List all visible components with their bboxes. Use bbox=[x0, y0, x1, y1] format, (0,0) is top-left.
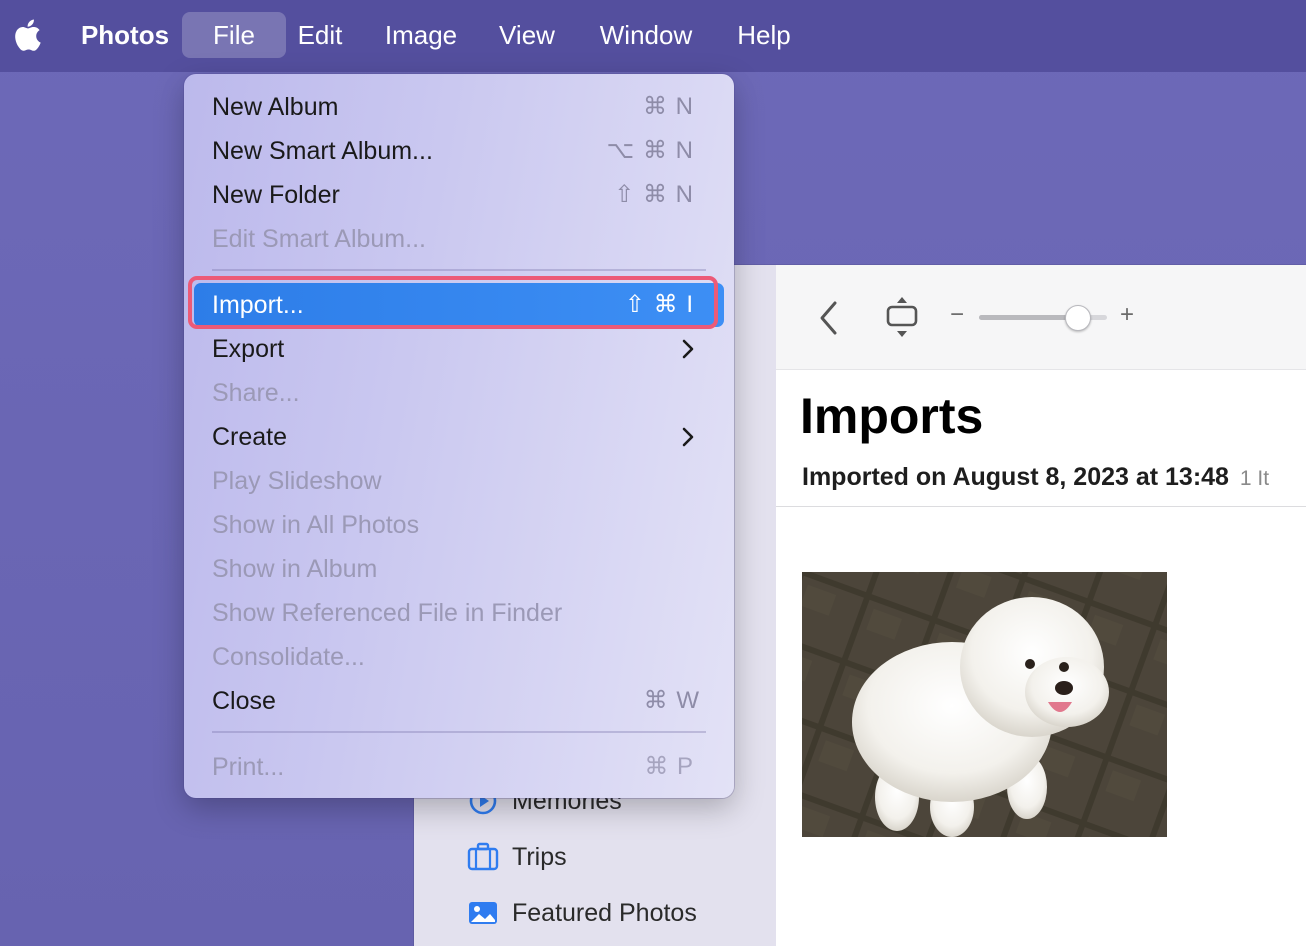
menu-item-shortcut: ⌘ N bbox=[643, 93, 694, 120]
menu-item-shortcut: ⌘ P bbox=[644, 753, 694, 780]
menu-photos[interactable]: Photos bbox=[80, 12, 170, 58]
sidebar-item-featured-photos[interactable]: Featured Photos bbox=[466, 893, 697, 933]
fit-to-window-icon[interactable] bbox=[884, 295, 920, 339]
menu-item-label: Show in All Photos bbox=[212, 511, 420, 539]
menu-item-new-smart-album[interactable]: New Smart Album... ⌥ ⌘ N bbox=[194, 129, 724, 173]
menu-item-play-slideshow: Play Slideshow bbox=[194, 459, 724, 503]
menu-item-show-referenced-file: Show Referenced File in Finder bbox=[194, 591, 724, 635]
menu-view[interactable]: View bbox=[497, 12, 557, 58]
sidebar-item-trips[interactable]: Trips bbox=[466, 837, 567, 877]
suitcase-icon bbox=[467, 842, 499, 871]
import-subtitle: Imported on August 8, 2023 at 13:48 1 It bbox=[802, 463, 1269, 492]
menu-item-label: New Folder bbox=[212, 181, 340, 209]
apple-logo-icon[interactable] bbox=[13, 18, 41, 52]
chevron-right-icon bbox=[682, 339, 694, 359]
menu-edit[interactable]: Edit bbox=[294, 12, 346, 58]
file-menu: New Album ⌘ N New Smart Album... ⌥ ⌘ N N… bbox=[184, 74, 734, 798]
menu-item-label: Show Referenced File in Finder bbox=[212, 599, 563, 627]
menu-file[interactable]: File bbox=[182, 12, 286, 58]
menu-item-export[interactable]: Export bbox=[194, 327, 724, 371]
toolbar: − + bbox=[776, 265, 1306, 370]
menu-item-show-in-album: Show in Album bbox=[194, 547, 724, 591]
chevron-right-icon bbox=[682, 427, 694, 447]
menu-item-shortcut: ⇧ ⌘ N bbox=[614, 181, 694, 208]
zoom-slider-thumb[interactable] bbox=[1065, 305, 1091, 331]
sidebar-item-label: Featured Photos bbox=[512, 898, 697, 927]
menu-separator bbox=[212, 731, 706, 733]
menu-item-label: Edit Smart Album... bbox=[212, 225, 426, 253]
menu-item-edit-smart-album: Edit Smart Album... bbox=[194, 217, 724, 261]
back-chevron-icon[interactable] bbox=[816, 299, 840, 337]
menu-item-label: Show in Album bbox=[212, 555, 378, 583]
menu-item-print: Print... ⌘ P bbox=[194, 745, 724, 789]
menu-help[interactable]: Help bbox=[735, 12, 793, 58]
item-count: 1 It bbox=[1239, 467, 1270, 490]
menu-item-label: Consolidate... bbox=[212, 643, 365, 671]
menu-item-shortcut: ⌥ ⌘ N bbox=[606, 137, 694, 164]
menu-item-label: Create bbox=[212, 423, 288, 451]
menu-separator bbox=[212, 269, 706, 271]
zoom-out-icon[interactable]: − bbox=[950, 301, 964, 329]
menu-item-create[interactable]: Create bbox=[194, 415, 724, 459]
menu-image[interactable]: Image bbox=[382, 12, 460, 58]
menu-item-label: New Smart Album... bbox=[212, 137, 433, 165]
menu-window[interactable]: Window bbox=[597, 12, 695, 58]
menu-item-label: Print... bbox=[212, 753, 285, 781]
import-date: Imported on August 8, 2023 at 13:48 bbox=[802, 463, 1229, 491]
menu-item-import[interactable]: Import... ⇧ ⌘ I bbox=[194, 283, 724, 327]
page-title: Imports bbox=[800, 388, 984, 444]
menu-item-shortcut: ⌘ W bbox=[643, 687, 700, 714]
menu-item-label: Import... bbox=[212, 291, 304, 319]
menu-item-shortcut: ⇧ ⌘ I bbox=[624, 291, 694, 318]
menu-item-close[interactable]: Close ⌘ W bbox=[194, 679, 724, 723]
menu-item-label: Share... bbox=[212, 379, 300, 407]
menu-item-share: Share... bbox=[194, 371, 724, 415]
menu-item-show-in-all-photos: Show in All Photos bbox=[194, 503, 724, 547]
menu-item-label: New Album bbox=[212, 93, 339, 121]
main-content: − + Imports Imported on August 8, 2023 a… bbox=[776, 265, 1306, 946]
photo-thumbnail[interactable] bbox=[802, 572, 1167, 837]
header-divider bbox=[776, 506, 1306, 507]
menu-item-label: Close bbox=[212, 687, 276, 715]
menu-item-consolidate: Consolidate... bbox=[194, 635, 724, 679]
zoom-in-icon[interactable]: + bbox=[1120, 301, 1134, 329]
photo-icon bbox=[469, 902, 497, 924]
sidebar-item-label: Trips bbox=[512, 842, 567, 871]
zoom-slider-fill bbox=[979, 315, 1079, 320]
menu-item-new-album[interactable]: New Album ⌘ N bbox=[194, 85, 724, 129]
menu-item-label: Play Slideshow bbox=[212, 467, 382, 495]
menu-item-label: Export bbox=[212, 335, 285, 363]
menu-item-new-folder[interactable]: New Folder ⇧ ⌘ N bbox=[194, 173, 724, 217]
menu-bar: Photos File Edit Image View Window Help bbox=[0, 0, 1306, 72]
